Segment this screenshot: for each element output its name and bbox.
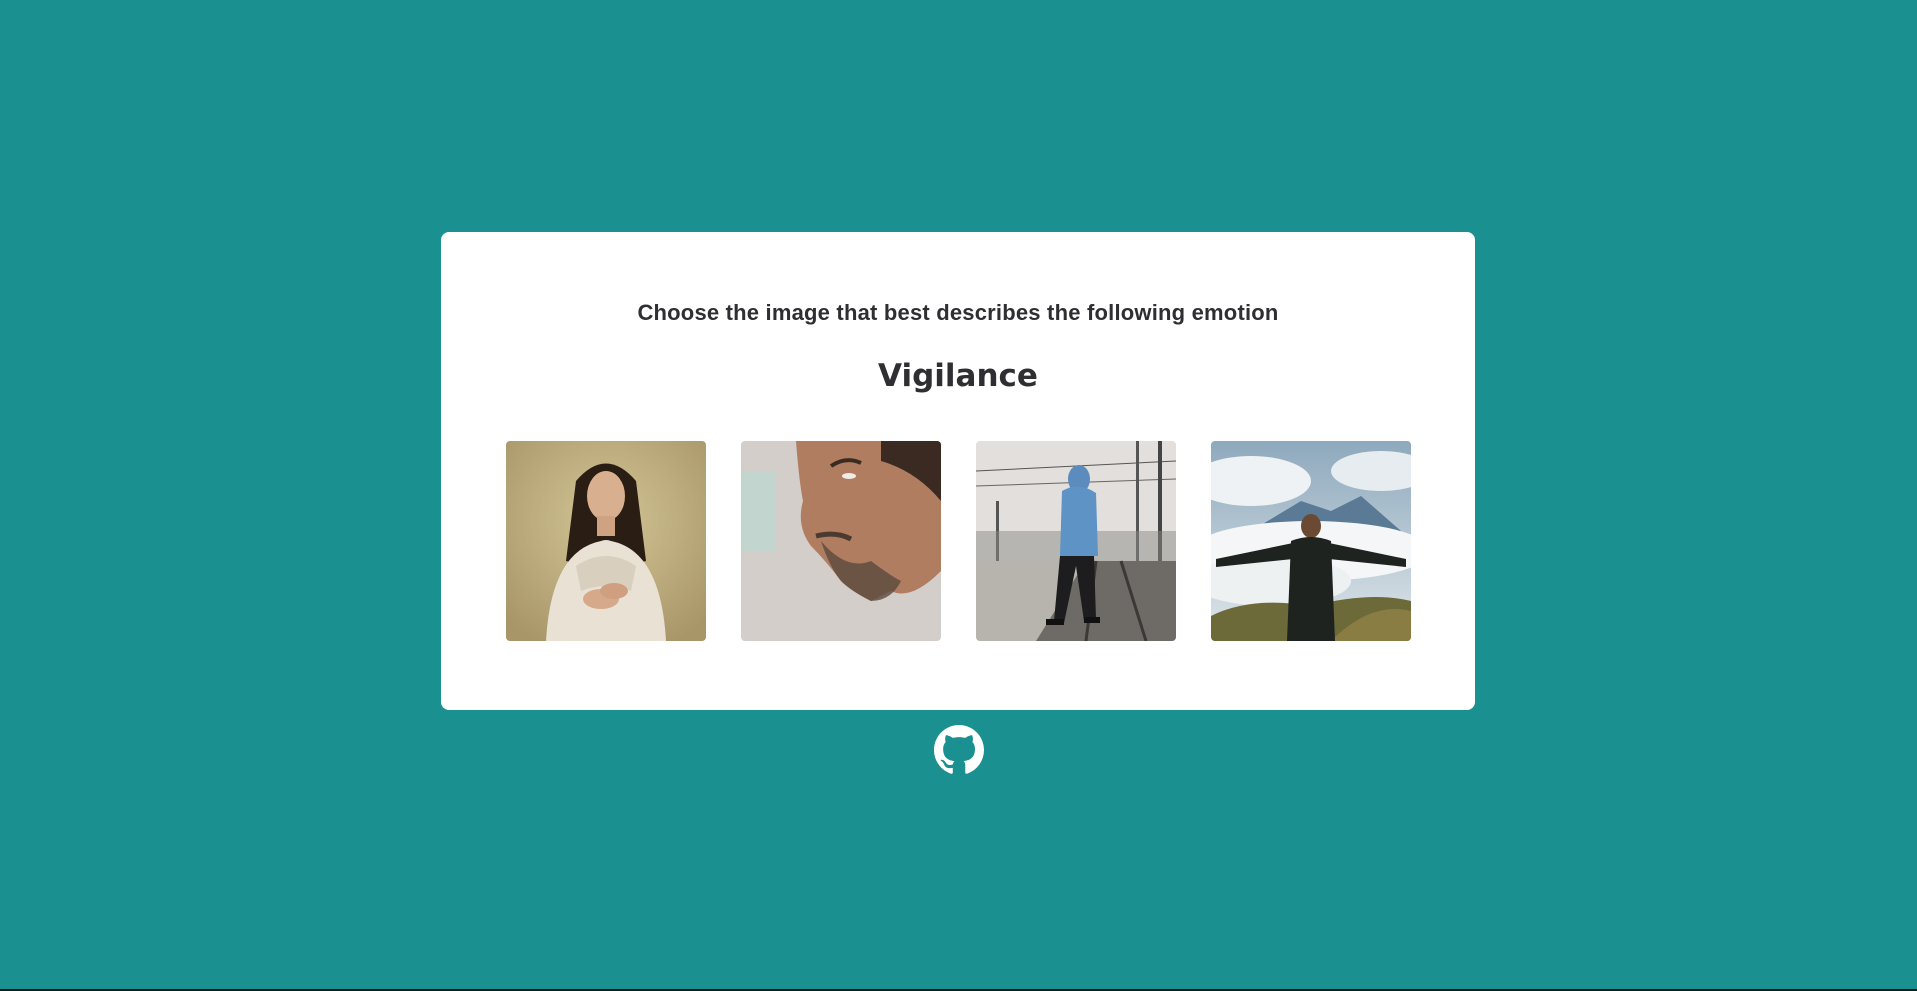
github-icon [934, 725, 984, 774]
photo-hooded-man-railway [976, 441, 1176, 641]
image-option-2[interactable] [741, 441, 941, 641]
emotion-word: Vigilance [878, 358, 1038, 394]
quiz-prompt: Choose the image that best describes the… [637, 300, 1279, 325]
image-option-3[interactable] [976, 441, 1176, 641]
photo-woman-looking-up [506, 441, 706, 641]
photo-man-arms-spread-clouds [1211, 441, 1411, 641]
image-option-1[interactable] [506, 441, 706, 641]
github-link[interactable] [934, 725, 984, 775]
photo-man-profile [741, 441, 941, 641]
image-option-4[interactable] [1211, 441, 1411, 641]
image-choices [506, 441, 1411, 641]
quiz-card: Choose the image that best describes the… [441, 232, 1475, 710]
